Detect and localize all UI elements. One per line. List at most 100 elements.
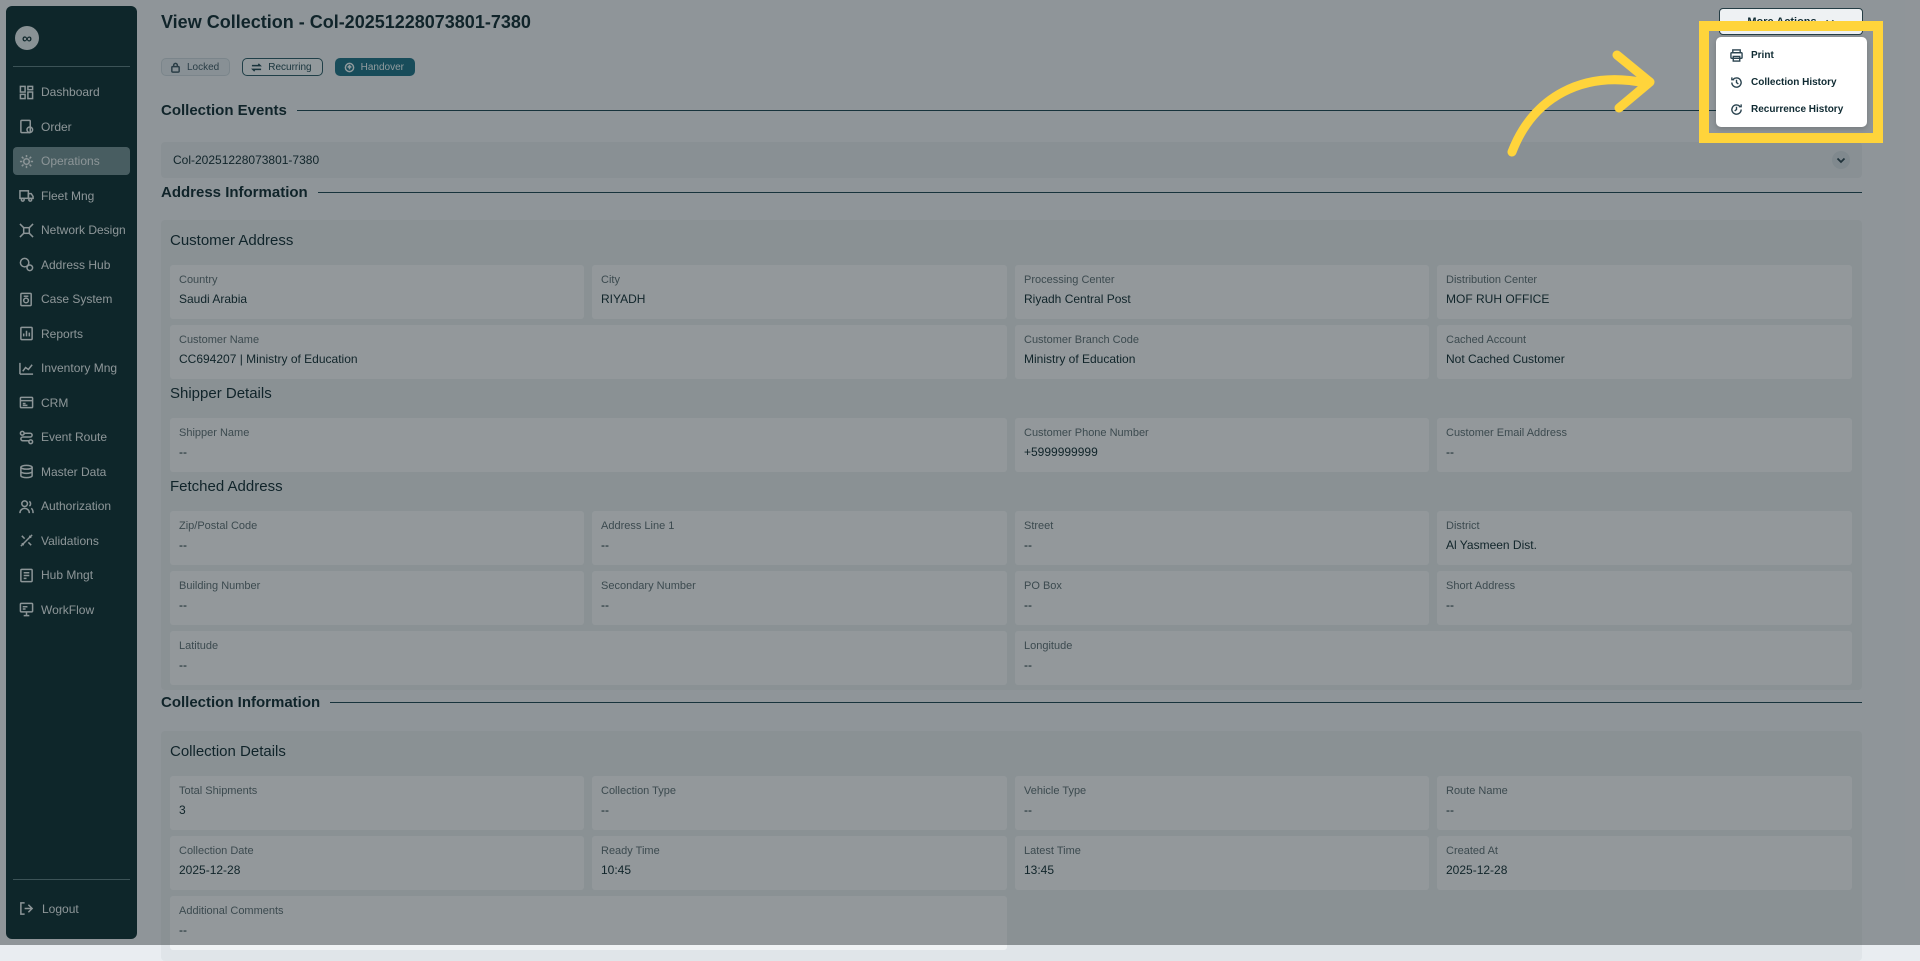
field-value: --	[601, 803, 609, 817]
field-label: Address Line 1	[601, 520, 675, 532]
sidebar: ∞ Dashboard Order Operations Fleet Mng N…	[6, 6, 137, 939]
operations-icon	[19, 154, 34, 168]
field-value: --	[601, 598, 609, 612]
field-additional-comments: Additional Comments --	[170, 896, 1007, 950]
customer-address-title: Customer Address	[170, 232, 294, 249]
menu-item-collection-history[interactable]: Collection History	[1730, 76, 1837, 89]
field-value: Saudi Arabia	[179, 292, 248, 306]
field-address-line-1: Address Line 1 --	[592, 511, 1007, 565]
menu-item-label: Print	[1751, 50, 1774, 61]
field-label: Customer Branch Code	[1024, 334, 1139, 346]
sidebar-item-master-data[interactable]: Master Data	[13, 458, 130, 486]
collection-card: Collection Details Total Shipments 3 Col…	[161, 731, 1862, 961]
sidebar-item-label: Inventory Mng	[41, 361, 118, 375]
app-logo[interactable]: ∞	[15, 26, 39, 50]
sidebar-item-operations[interactable]: Operations	[13, 147, 130, 175]
sidebar-item-label: Dashboard	[41, 85, 100, 99]
field-building-number: Building Number --	[170, 571, 584, 625]
field-label: Street	[1024, 520, 1054, 532]
field-value: +5999999999	[1024, 445, 1098, 459]
sidebar-item-workflow[interactable]: WorkFlow	[13, 596, 130, 624]
section-collection-information: Collection Information	[161, 694, 1862, 711]
field-value: --	[1446, 598, 1454, 612]
field-value: --	[1024, 598, 1032, 612]
field-label: City	[601, 274, 620, 286]
workflow-icon	[19, 602, 34, 617]
collection-details-title: Collection Details	[170, 743, 286, 760]
menu-item-label: Collection History	[1751, 77, 1837, 88]
field-value: --	[179, 658, 187, 672]
field-collection-type: Collection Type --	[592, 776, 1007, 830]
fetched-address-title: Fetched Address	[170, 478, 283, 495]
field-value: MOF RUH OFFICE	[1446, 292, 1550, 306]
field-label: Latitude	[179, 640, 219, 652]
sidebar-item-inventory[interactable]: Inventory Mng	[13, 354, 130, 382]
sidebar-item-label: Case System	[41, 292, 113, 306]
sidebar-item-order[interactable]: Order	[13, 113, 130, 141]
field-value: Riyadh Central Post	[1024, 292, 1131, 306]
recurrence-history-icon	[1731, 104, 1742, 115]
sidebar-item-label: Authorization	[41, 499, 112, 513]
field-value: --	[1446, 445, 1454, 459]
field-value: --	[1024, 658, 1032, 672]
sidebar-item-dashboard[interactable]: Dashboard	[13, 78, 130, 106]
field-label: Zip/Postal Code	[179, 520, 258, 532]
field-secondary-number: Secondary Number --	[592, 571, 1007, 625]
logout-button[interactable]: Logout	[19, 901, 79, 916]
sidebar-item-hub-mngt[interactable]: Hub Mngt	[13, 561, 130, 589]
locked-badge: Locked	[161, 58, 231, 76]
network-icon	[19, 222, 34, 238]
sidebar-item-address-hub[interactable]: Address Hub	[13, 251, 130, 279]
sidebar-item-reports[interactable]: Reports	[13, 320, 130, 348]
expand-button[interactable]	[1832, 151, 1850, 169]
sidebar-item-case-system[interactable]: Case System	[13, 285, 130, 313]
sidebar-item-authorization[interactable]: Authorization	[13, 492, 130, 520]
repeat-icon	[251, 62, 263, 72]
field-label: Customer Email Address	[1446, 427, 1568, 439]
sidebar-item-fleet[interactable]: Fleet Mng	[13, 182, 130, 210]
field-label: Customer Name	[179, 334, 260, 346]
handover-icon	[344, 62, 354, 72]
sidebar-item-label: Event Route	[41, 430, 108, 444]
sidebar-divider	[13, 66, 130, 67]
chevron-down-icon	[1836, 157, 1846, 164]
field-label: Processing Center	[1024, 274, 1115, 286]
field-po-box: PO Box --	[1015, 571, 1429, 625]
sidebar-item-validations[interactable]: Validations	[13, 527, 130, 555]
sidebar-item-network-design[interactable]: Network Design	[13, 216, 130, 244]
field-label: Distribution Center	[1446, 274, 1538, 286]
field-label: Country	[179, 274, 218, 286]
field-value: 13:45	[1024, 863, 1055, 877]
field-longitude: Longitude --	[1015, 631, 1852, 685]
field-value: 3	[179, 803, 186, 817]
field-label: District	[1446, 520, 1480, 532]
sidebar-item-crm[interactable]: CRM	[13, 389, 130, 417]
route-icon	[19, 430, 34, 444]
menu-item-recurrence-history[interactable]: Recurrence History	[1730, 103, 1843, 116]
field-value: CC694207 | Ministry of Education	[179, 352, 358, 366]
field-city: City RIYADH	[592, 265, 1007, 319]
field-label: Ready Time	[601, 845, 660, 857]
field-label: Short Address	[1446, 580, 1516, 592]
sidebar-item-label: Master Data	[41, 464, 107, 479]
field-value: 2025-12-28	[179, 863, 241, 877]
badge-label: Recurring	[268, 61, 312, 73]
users-icon	[19, 499, 34, 513]
field-label: Secondary Number	[601, 580, 696, 592]
field-customer-name: Customer Name CC694207 | Ministry of Edu…	[170, 325, 1007, 379]
sidebar-nav: Dashboard Order Operations Fleet Mng Net…	[13, 78, 130, 630]
section-divider	[317, 192, 1862, 193]
shipper-details-title: Shipper Details	[170, 385, 272, 402]
field-branch-code: Customer Branch Code Ministry of Educati…	[1015, 325, 1429, 379]
field-value: --	[1024, 803, 1032, 817]
field-value: --	[601, 538, 609, 552]
sidebar-item-label: WorkFlow	[41, 602, 95, 617]
badge-label: Handover	[360, 61, 404, 73]
field-street: Street --	[1015, 511, 1429, 565]
menu-item-print[interactable]: Print	[1730, 49, 1774, 62]
sidebar-item-event-route[interactable]: Event Route	[13, 423, 130, 451]
field-route-name: Route Name --	[1437, 776, 1852, 830]
dashboard-icon	[19, 85, 34, 99]
sidebar-divider	[13, 879, 130, 880]
sidebar-item-label: Address Hub	[41, 257, 111, 272]
